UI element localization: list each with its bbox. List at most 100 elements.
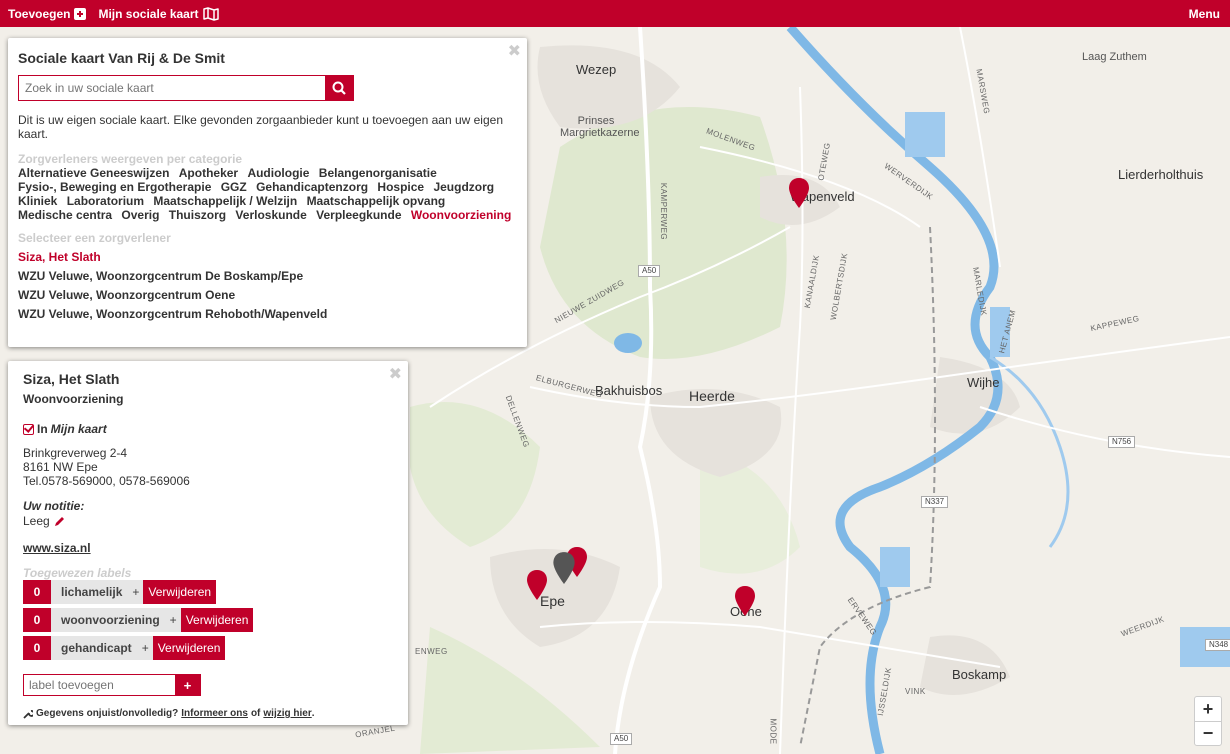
label-plus[interactable]: + [141,636,153,660]
add-label-button[interactable]: + [175,675,200,695]
category-link[interactable]: Hospice [377,180,424,194]
note-label: Uw notitie: [23,499,85,513]
road-label: MODE [768,718,778,745]
category-link[interactable]: GGZ [221,180,247,194]
add-button[interactable]: Toevoegen [8,7,87,21]
top-bar: Toevoegen Mijn sociale kaart Menu [0,0,1230,27]
category-link[interactable]: Alternatieve Geneeswijzen [18,166,169,180]
phone: Tel.0578-569000, 0578-569006 [23,474,190,488]
category-link[interactable]: Fysio-, Beweging en Ergotherapie [18,180,211,194]
place-label: Heerde [689,388,735,404]
road-shield: A50 [610,733,633,745]
address-street: Brinkgreverweg 2-4 [23,446,128,460]
place-label: Wezep [576,62,617,77]
pencil-icon[interactable] [54,516,65,527]
zoom-in-button[interactable]: + [1195,697,1221,721]
category-link[interactable]: Woonvoorziening [411,208,511,222]
close-icon[interactable]: ✖ [508,41,521,61]
label-count: 0 [23,580,51,604]
category-link[interactable]: Laboratorium [67,194,144,208]
category-link[interactable]: Verloskunde [235,208,306,222]
remove-label-button[interactable]: Verwijderen [180,608,254,632]
category-link[interactable]: Overig [121,208,159,222]
label-name: lichamelijk [51,580,133,604]
place-label: Laag Zuthem [1082,51,1147,63]
in-my-map-toggle[interactable]: In Mijn kaart [23,422,393,436]
category-link[interactable]: Belangenorganisatie [319,166,437,180]
feedback-footer: Gegevens onjuist/onvolledig? Informeer o… [23,708,393,719]
map-marker[interactable] [526,569,548,601]
add-label-input[interactable] [24,675,175,695]
label-plus[interactable]: + [132,580,144,604]
remove-label-button[interactable]: Verwijderen [152,636,226,660]
category-link[interactable]: Jeugdzorg [433,180,494,194]
place-label: Bakhuisbos [595,383,663,398]
checkbox-icon [23,423,34,435]
provider-item[interactable]: WZU Veluwe, Woonzorgcentrum Oene [18,288,517,302]
footer-end: . [311,708,315,719]
zoom-out-button[interactable]: − [1195,721,1221,745]
menu-button[interactable]: Menu [1189,7,1220,21]
label-name: woonvoorziening [51,608,170,632]
provider-item[interactable]: WZU Veluwe, Woonzorgcentrum De Boskamp/E… [18,269,517,283]
place-label: Lierderholthuis [1118,167,1204,182]
category-link[interactable]: Verpleegkunde [316,208,401,222]
label-count: 0 [23,636,51,660]
map-marker[interactable] [734,585,756,617]
my-map-button[interactable]: Mijn sociale kaart [98,6,219,21]
label-name: gehandicapt [51,636,142,660]
footer-text: Gegevens onjuist/onvolledig? [36,708,179,719]
category-link[interactable]: Maatschappelijk opvang [307,194,446,208]
provider-item[interactable]: Siza, Het Slath [18,250,517,264]
category-link[interactable]: Thuiszorg [169,208,226,222]
plus-square-icon [74,7,87,20]
website-link[interactable]: www.siza.nl [23,541,393,555]
label-count: 0 [23,608,51,632]
place-label: Prinses Margrietkazerne [560,115,640,139]
close-icon[interactable]: ✖ [389,364,402,384]
category-link[interactable]: Kliniek [18,194,57,208]
address-block: Brinkgreverweg 2-4 8161 NW Epe Tel.0578-… [23,446,393,488]
selected-map-marker[interactable] [552,551,576,585]
road-label: ENWEG [415,647,448,656]
road-shield: N348 [1205,639,1230,651]
provider-list: Siza, Het Slath WZU Veluwe, Woonzorgcent… [18,250,517,321]
provider-item[interactable]: WZU Veluwe, Woonzorgcentrum Rehoboth/Wap… [18,307,517,321]
road-label: VINK [905,687,926,696]
provider-type: Woonvoorziening [23,392,124,406]
my-map-label: Mijn sociale kaart [98,6,199,21]
category-link[interactable]: Audiologie [247,166,309,180]
category-link[interactable]: Medische centra [18,208,112,222]
road-shield: N756 [1108,436,1136,448]
note-value: Leeg [23,514,50,528]
category-link[interactable]: Apotheker [179,166,238,180]
footer-or: of [250,708,261,719]
provider-detail-panel: ✖ Siza, Het Slath Woonvoorziening In Mij… [8,361,408,725]
categories-label: Zorgverleners weergeven per categorie [18,152,243,166]
place-label: Boskamp [952,667,1007,682]
label-plus[interactable]: + [169,608,181,632]
category-link[interactable]: Maatschappelijk / Welzijn [153,194,297,208]
add-label-form: + [23,674,201,696]
search-input[interactable] [19,76,325,100]
my-map-label: Mijn kaart [50,422,107,436]
edit-here-link[interactable]: wijzig hier [263,708,311,719]
category-link[interactable]: Gehandicaptenzorg [256,180,368,194]
search-icon [332,81,346,95]
map-icon [202,6,219,21]
search-bar [18,75,354,101]
in-label: In [37,422,48,436]
road-shield: N337 [921,496,949,508]
category-list: Alternatieve Geneeswijzen Apotheker Audi… [18,166,518,222]
road-shield: A50 [638,265,661,277]
remove-label-button[interactable]: Verwijderen [143,580,217,604]
note-row: Leeg [23,514,393,528]
place-label: Wijhe [967,375,1000,390]
inform-us-link[interactable]: Informeer ons [181,708,248,719]
road-label: KAMPERWEG [659,182,669,241]
map-marker[interactable] [788,177,810,209]
label-list: 0 lichamelijk + Verwijderen 0 woonvoorzi… [23,580,393,660]
label-row: 0 gehandicapt + Verwijderen [23,636,393,660]
social-map-panel: ✖ Sociale kaart Van Rij & De Smit Dit is… [8,38,527,347]
search-button[interactable] [325,76,353,100]
